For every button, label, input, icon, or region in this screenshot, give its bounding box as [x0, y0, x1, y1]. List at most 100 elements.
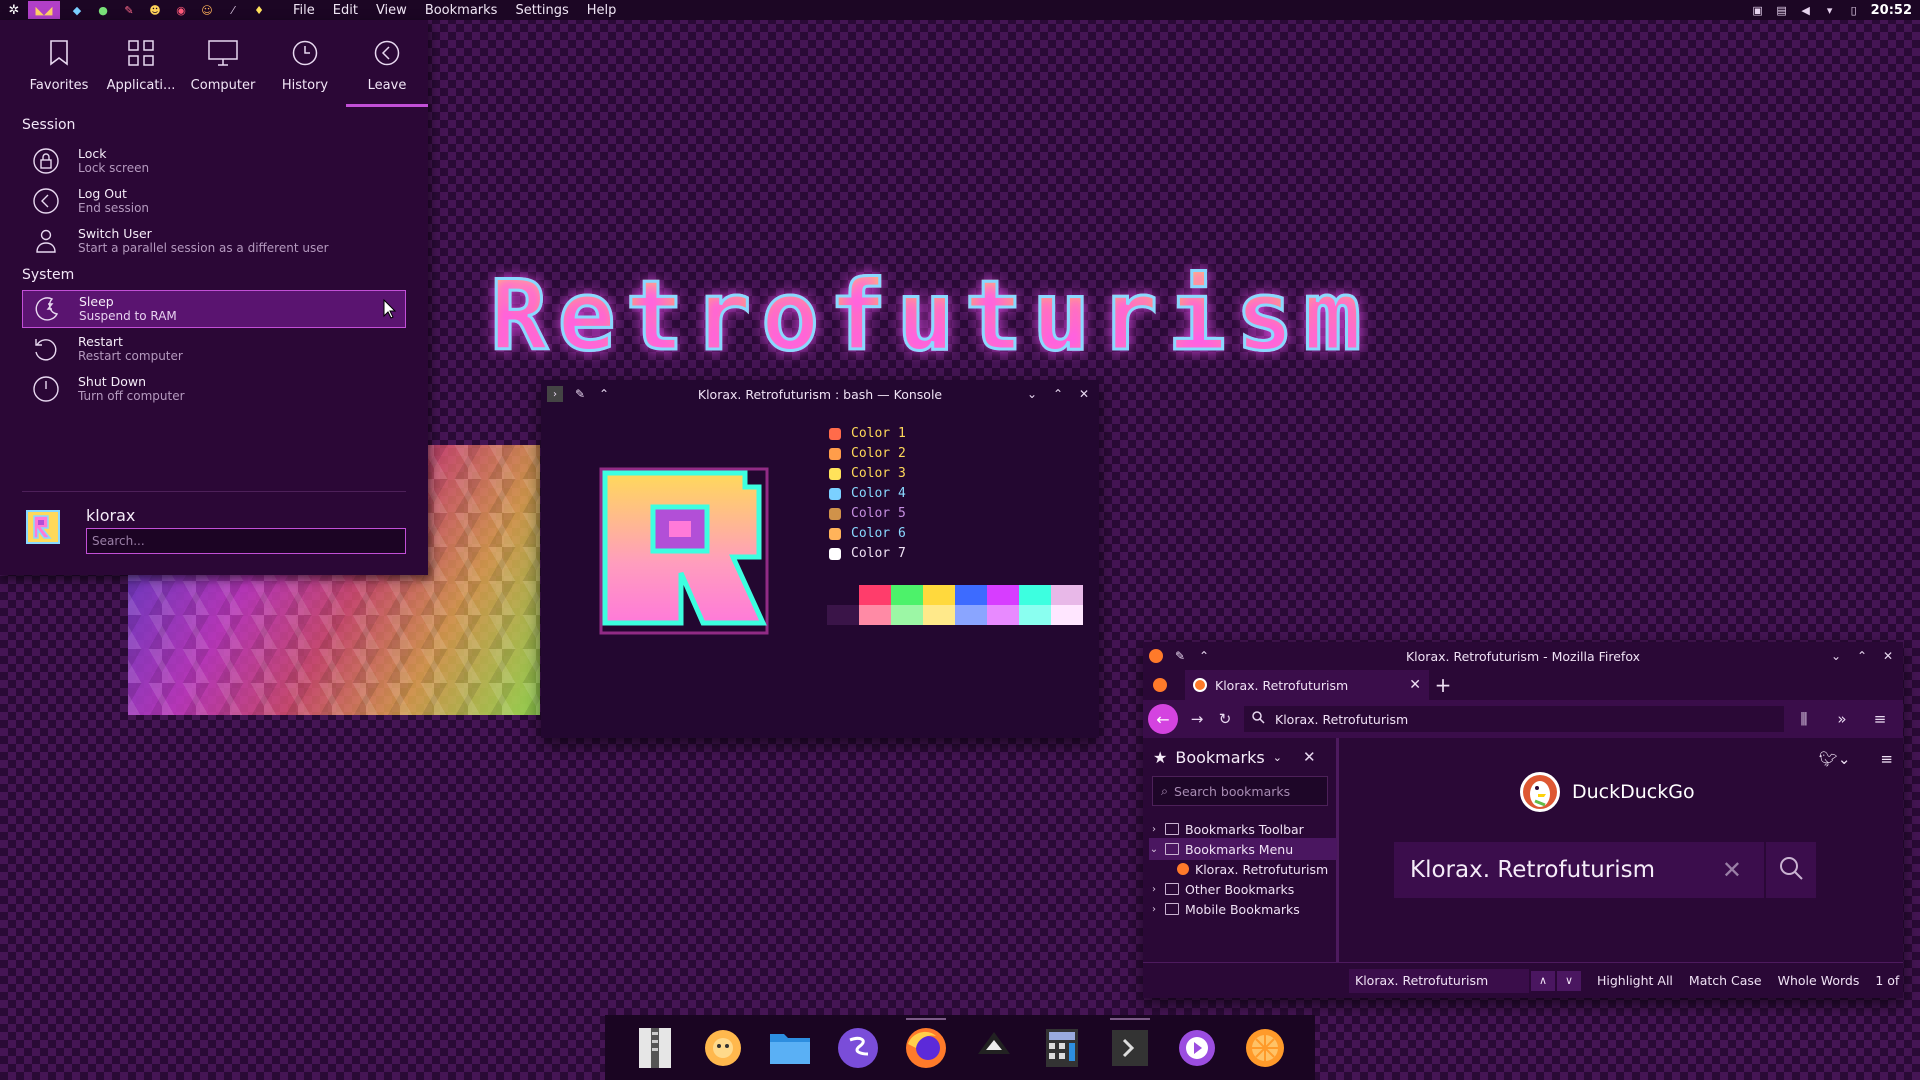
clear-search-icon[interactable]: ✕: [1722, 856, 1742, 884]
globe-task-icon[interactable]: ●: [90, 1, 116, 19]
media-player-icon[interactable]: [1169, 1020, 1225, 1076]
keep-above-icon[interactable]: ⌃: [1197, 649, 1211, 663]
palette-swatch: [923, 585, 955, 605]
switch-user-entry[interactable]: Switch User Start a parallel session as a…: [22, 222, 406, 260]
overflow-icon[interactable]: »: [1833, 710, 1851, 728]
smiley-task-icon[interactable]: ☻: [142, 1, 168, 19]
tray-expand-icon[interactable]: ▾: [1823, 4, 1837, 17]
brush-task-icon[interactable]: ⁄: [220, 1, 246, 19]
hamburger-menu-icon[interactable]: ≡: [1871, 710, 1889, 728]
find-input[interactable]: [1349, 968, 1529, 993]
browser-tab[interactable]: Klorax. Retrofuturism ✕: [1185, 670, 1429, 700]
logout-entry[interactable]: Log Out End session: [22, 182, 406, 220]
close-tab-icon[interactable]: ✕: [1409, 677, 1421, 693]
face-task-icon[interactable]: ☺: [194, 1, 220, 19]
avatar[interactable]: [26, 510, 60, 544]
palette-swatch: [1051, 605, 1083, 625]
menu-bookmarks[interactable]: Bookmarks: [416, 3, 507, 18]
clipboard-icon[interactable]: ▤: [1775, 4, 1789, 17]
menu-settings[interactable]: Settings: [506, 3, 577, 18]
shutdown-entry[interactable]: Shut Down Turn off computer: [22, 370, 406, 408]
firefox-view-icon[interactable]: [1153, 678, 1167, 692]
pin-icon[interactable]: ✎: [573, 387, 587, 401]
ddg-search-input[interactable]: Klorax. Retrofuturism ✕: [1394, 842, 1764, 898]
bookmark-entry[interactable]: Klorax. Retrofuturism: [1177, 858, 1337, 880]
flower-app-icon[interactable]: [695, 1020, 751, 1076]
inkscape-icon[interactable]: [966, 1020, 1022, 1076]
palette-swatch: [1019, 605, 1051, 625]
bulb-task-icon[interactable]: ♦: [246, 1, 272, 19]
whole-words-toggle[interactable]: Whole Words: [1778, 973, 1860, 988]
orange-app-icon[interactable]: [1237, 1020, 1293, 1076]
ddg-search-button[interactable]: [1766, 842, 1816, 898]
keep-above-icon[interactable]: ⌃: [597, 387, 611, 401]
system-tray: ▣ ▤ ◀ ▾ ▯ 20:52: [1751, 3, 1920, 18]
pin-icon[interactable]: ✎: [1173, 649, 1187, 663]
tab-label: Applicati...: [106, 78, 176, 93]
find-previous-button[interactable]: ∧: [1531, 970, 1555, 991]
terminal-icon[interactable]: [1102, 1017, 1158, 1076]
firefox-titlebar[interactable]: ✎ ⌃ Klorax. Retrofuturism - Mozilla Fire…: [1143, 642, 1903, 670]
menu-help[interactable]: Help: [578, 3, 626, 18]
menu-view[interactable]: View: [367, 3, 416, 18]
grid-icon: [126, 38, 156, 68]
emacs-icon[interactable]: [830, 1020, 886, 1076]
maximize-icon[interactable]: ⌃: [1051, 387, 1065, 401]
bookmark-folder-toolbar[interactable]: › Bookmarks Toolbar: [1149, 818, 1337, 840]
back-button[interactable]: ←: [1148, 704, 1178, 734]
calculator-icon[interactable]: [1034, 1020, 1090, 1076]
chevron-right-icon: ›: [1152, 823, 1156, 835]
library-icon[interactable]: ⫼: [1795, 710, 1813, 728]
pen-task-icon[interactable]: ✎: [116, 1, 142, 19]
new-tab-button[interactable]: +: [1429, 670, 1457, 700]
record-task-icon[interactable]: ◉: [168, 1, 194, 19]
find-next-button[interactable]: ∨: [1557, 970, 1581, 991]
archive-icon[interactable]: [627, 1020, 683, 1076]
diamond-task-icon[interactable]: ◆: [64, 1, 90, 19]
match-case-toggle[interactable]: Match Case: [1689, 973, 1762, 988]
launcher-search-input[interactable]: [86, 528, 406, 554]
maximize-icon[interactable]: ⌃: [1855, 649, 1869, 663]
reload-button[interactable]: ↻: [1216, 710, 1234, 728]
close-icon[interactable]: ✕: [1881, 649, 1895, 663]
minimize-icon[interactable]: ⌄: [1829, 649, 1843, 663]
volume-icon[interactable]: ◀: [1799, 4, 1813, 17]
close-icon[interactable]: ✕: [1077, 387, 1091, 401]
tab-history[interactable]: History: [264, 20, 346, 107]
close-sidebar-icon[interactable]: ✕: [1303, 748, 1316, 766]
forward-button[interactable]: →: [1188, 710, 1206, 728]
lock-entry[interactable]: Lock Lock screen: [22, 142, 406, 180]
app-launcher-icon[interactable]: ✲: [0, 0, 28, 20]
minimize-icon[interactable]: ⌄: [1025, 387, 1039, 401]
highlight-all-toggle[interactable]: Highlight All: [1597, 973, 1673, 988]
palette-swatch: [859, 605, 891, 625]
color-line-6: Color 6: [829, 526, 906, 541]
display-icon[interactable]: ▣: [1751, 4, 1765, 17]
restart-entry[interactable]: Restart Restart computer: [22, 330, 406, 368]
hamburger-menu-icon[interactable]: ≡: [1880, 750, 1893, 768]
color-label: Color 7: [851, 546, 906, 561]
active-task-icon[interactable]: ◣◢: [28, 1, 60, 19]
bookmark-folder-other[interactable]: › Other Bookmarks: [1149, 878, 1337, 900]
sleep-entry[interactable]: Sleep Suspend to RAM: [22, 290, 406, 328]
bookmark-search-input[interactable]: ⌕ Search bookmarks: [1152, 776, 1328, 806]
bookmark-folder-menu[interactable]: ⌄ Bookmarks Menu: [1149, 838, 1337, 860]
terminal-app-icon: ›: [547, 386, 563, 402]
tab-applications[interactable]: Applicati...: [100, 20, 182, 107]
tab-favorites[interactable]: Favorites: [18, 20, 100, 107]
food-icon: [829, 527, 841, 540]
konsole-titlebar[interactable]: › ✎ ⌃ Klorax. Retrofuturism : bash — Kon…: [541, 380, 1099, 408]
folder-icon[interactable]: [762, 1020, 818, 1076]
tab-leave[interactable]: Leave: [346, 20, 428, 107]
ddg-logo[interactable]: DuckDuckGo: [1518, 770, 1695, 814]
clock[interactable]: 20:52: [1871, 3, 1912, 18]
bookmark-folder-mobile[interactable]: › Mobile Bookmarks: [1149, 898, 1337, 920]
menu-file[interactable]: File: [284, 3, 324, 18]
menu-edit[interactable]: Edit: [324, 3, 367, 18]
sidebar-switcher[interactable]: ★ Bookmarks ⌄: [1153, 748, 1282, 767]
twitter-icon[interactable]: 🐦︎⌄: [1819, 750, 1851, 768]
tab-computer[interactable]: Computer: [182, 20, 264, 107]
url-bar[interactable]: Klorax. Retrofuturism: [1244, 706, 1784, 732]
battery-icon[interactable]: ▯: [1847, 4, 1861, 17]
firefox-icon[interactable]: [898, 1017, 954, 1076]
